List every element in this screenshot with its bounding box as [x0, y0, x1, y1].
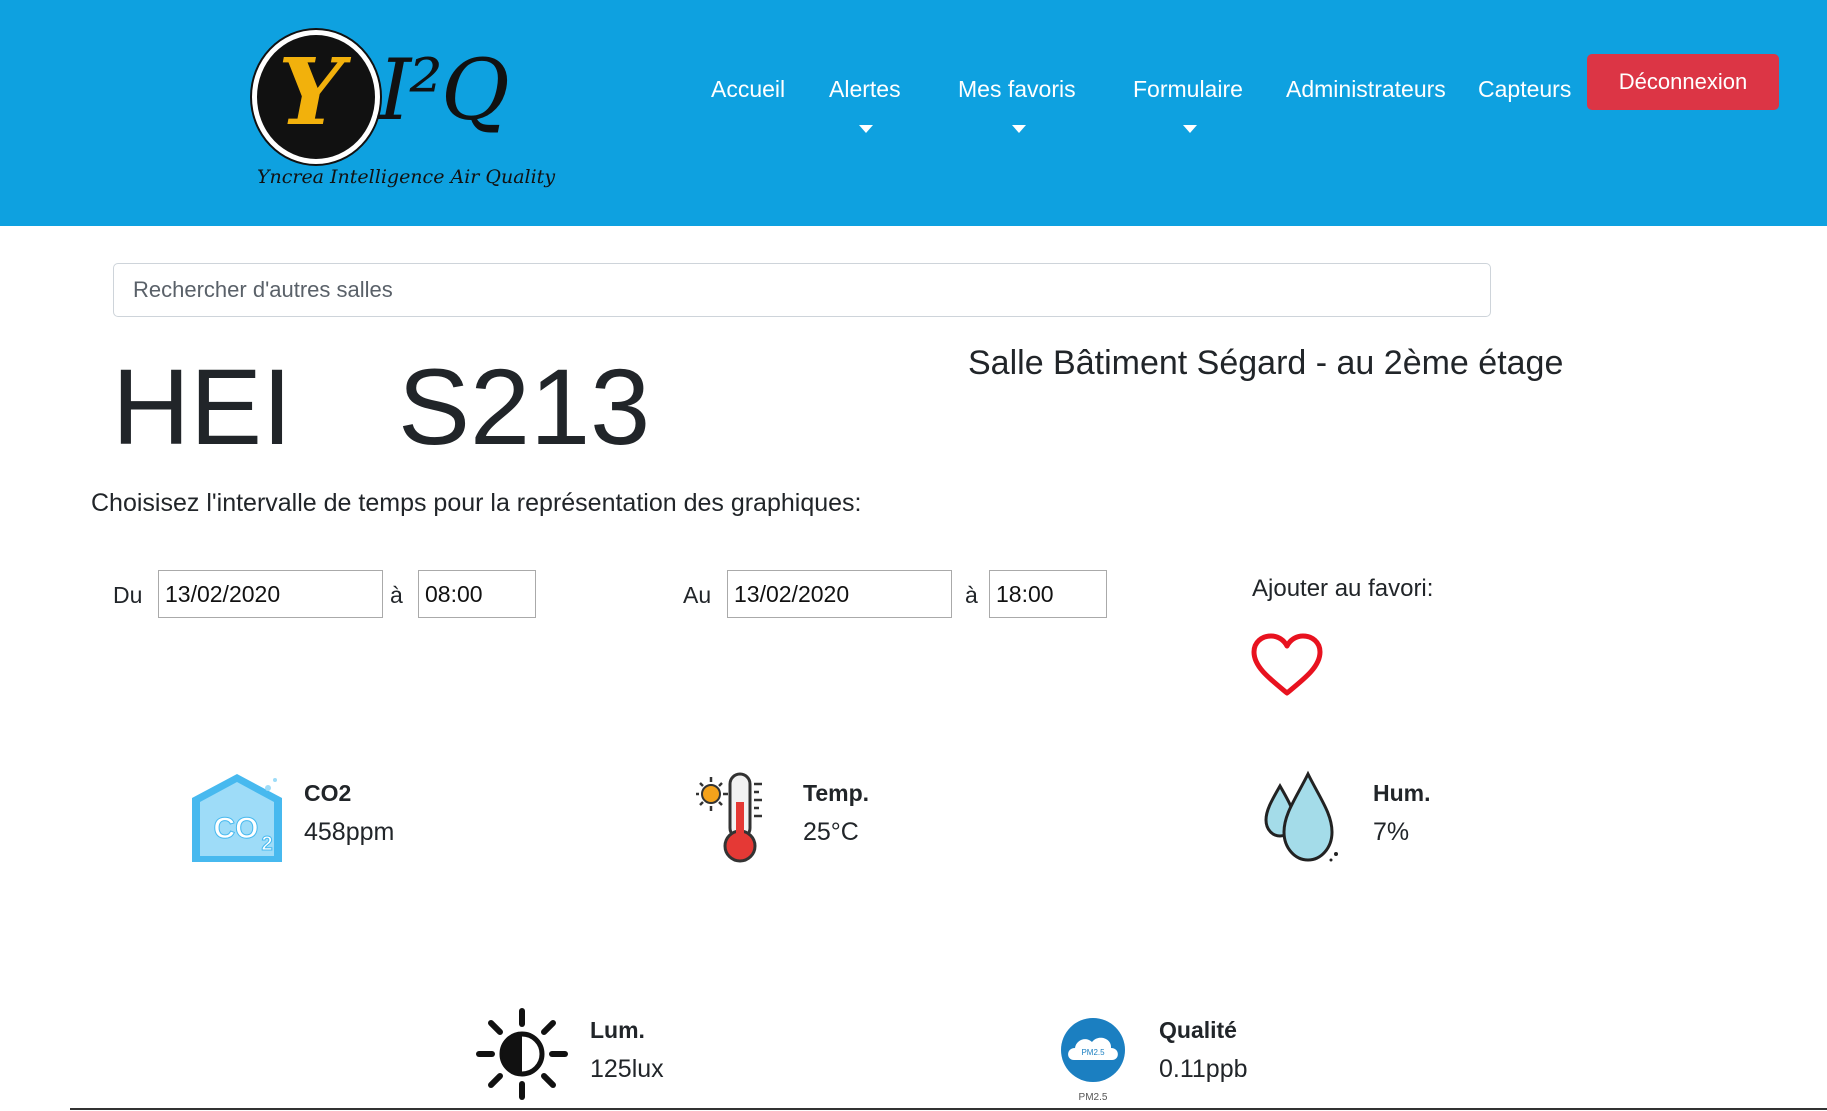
brand-logo[interactable]: Y I²Q Yncrea Intelligence Air Quality	[246, 26, 566, 198]
page-bottom-divider	[70, 1108, 1827, 1110]
nav-favorites[interactable]: Mes favoris	[958, 76, 1076, 103]
to-at-label: à	[965, 582, 978, 608]
co2-value: 458ppm	[304, 818, 395, 846]
svg-text:2: 2	[261, 833, 272, 855]
form-dropdown-caret-icon[interactable]	[1183, 125, 1197, 133]
pm25-cloud-icon: PM2.5 PM2.5	[1061, 1018, 1125, 1103]
to-date-field[interactable]	[727, 570, 952, 618]
nav-form[interactable]: Formulaire	[1133, 76, 1243, 103]
heart-outline-icon[interactable]	[1250, 633, 1324, 699]
room-building: HEI	[112, 346, 293, 467]
room-number: S213	[398, 346, 651, 467]
sun-brightness-icon	[476, 1008, 568, 1100]
nav-administrators[interactable]: Administrateurs	[1286, 76, 1446, 103]
hum-label: Hum.	[1373, 780, 1431, 806]
to-label: Au	[683, 582, 712, 608]
co2-icon: CO 2	[192, 774, 282, 862]
favorites-dropdown-caret-icon[interactable]	[1012, 125, 1026, 133]
from-date-field[interactable]	[158, 570, 383, 618]
water-drops-icon	[1264, 770, 1338, 862]
add-favorite-label: Ajouter au favori:	[1252, 575, 1434, 602]
temp-value: 25°C	[803, 818, 859, 846]
room-search-input[interactable]	[113, 263, 1491, 317]
logo-letter: Y	[278, 38, 344, 146]
alerts-dropdown-caret-icon[interactable]	[859, 125, 873, 133]
lum-label: Lum.	[590, 1017, 645, 1043]
to-time-field[interactable]	[989, 570, 1107, 618]
quality-label: Qualité	[1159, 1017, 1237, 1043]
svg-text:PM2.5: PM2.5	[1081, 1048, 1105, 1057]
nav-sensors[interactable]: Capteurs	[1478, 76, 1571, 103]
logo-tagline: Yncrea Intelligence Air Quality	[256, 166, 556, 188]
logout-button[interactable]: Déconnexion	[1587, 54, 1779, 110]
hum-value: 7%	[1373, 818, 1410, 846]
lum-value: 125lux	[590, 1055, 664, 1083]
from-label: Du	[113, 582, 143, 608]
from-time-field[interactable]	[418, 570, 536, 618]
room-description: Salle Bâtiment Ségard - au 2ème étage	[968, 344, 1564, 382]
quality-value: 0.11ppb	[1159, 1055, 1248, 1083]
nav-home[interactable]: Accueil	[711, 76, 785, 103]
temp-label: Temp.	[803, 780, 870, 806]
co2-label: CO2	[304, 780, 352, 806]
thermometer-sun-icon	[696, 772, 762, 863]
from-at-label: à	[390, 582, 403, 608]
svg-text:CO: CO	[214, 812, 259, 845]
nav-alerts[interactable]: Alertes	[829, 76, 901, 103]
svg-text:PM2.5: PM2.5	[1079, 1092, 1108, 1103]
interval-instruction: Choisisez l'intervalle de temps pour la …	[91, 489, 862, 517]
logo-wordmark: I²Q	[378, 41, 510, 139]
top-navbar: Y I²Q Yncrea Intelligence Air Quality Ac…	[0, 0, 1827, 226]
